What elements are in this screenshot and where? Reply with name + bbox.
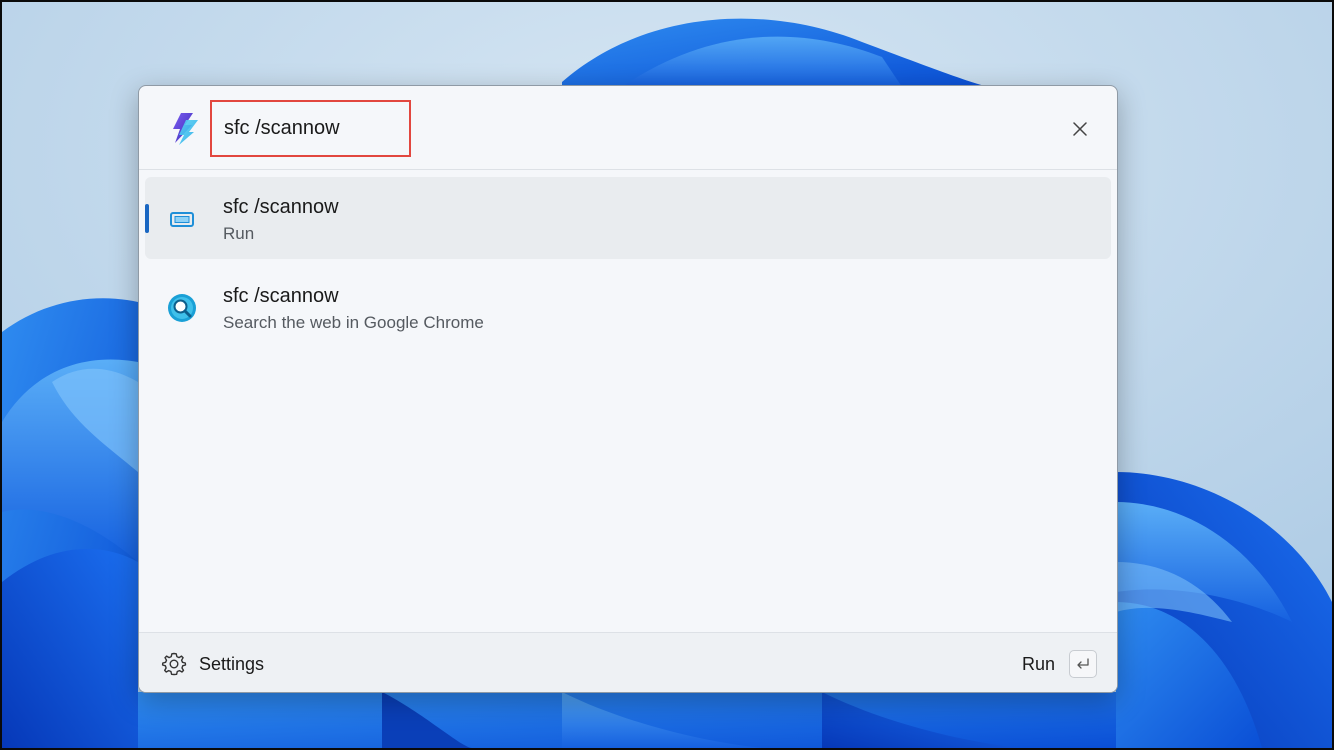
- gear-icon: [161, 652, 187, 676]
- result-title: sfc /scannow: [223, 196, 339, 218]
- web-search-icon: [168, 294, 196, 322]
- enter-key-badge: [1069, 650, 1097, 678]
- settings-label: Settings: [199, 653, 265, 674]
- close-button[interactable]: [1065, 114, 1095, 144]
- enter-key-icon: [1077, 658, 1089, 669]
- palette-footer: Settings Run: [139, 632, 1117, 692]
- result-subtitle: Run: [223, 224, 255, 243]
- result-title: sfc /scannow: [223, 285, 339, 307]
- run-button[interactable]: Run: [1022, 648, 1097, 680]
- palette-header: [139, 86, 1117, 170]
- run-command-icon: [170, 212, 194, 227]
- selection-indicator: [145, 204, 149, 233]
- result-subtitle: Search the web in Google Chrome: [223, 313, 484, 332]
- close-icon: [1073, 122, 1087, 136]
- search-input[interactable]: [224, 114, 584, 142]
- settings-button[interactable]: Settings: [161, 650, 264, 678]
- result-item-run[interactable]: sfc /scannow Run: [145, 177, 1111, 259]
- command-palette: sfc /scannow Run sfc /scannow Search the…: [138, 85, 1118, 693]
- run-label: Run: [1021, 653, 1055, 674]
- search-highlight-box: [210, 100, 584, 157]
- desktop: sfc /scannow Run sfc /scannow Search the…: [0, 0, 1334, 750]
- powertoys-run-logo-icon: [173, 113, 198, 145]
- result-item-web-search[interactable]: sfc /scannow Search the web in Google Ch…: [145, 266, 1111, 348]
